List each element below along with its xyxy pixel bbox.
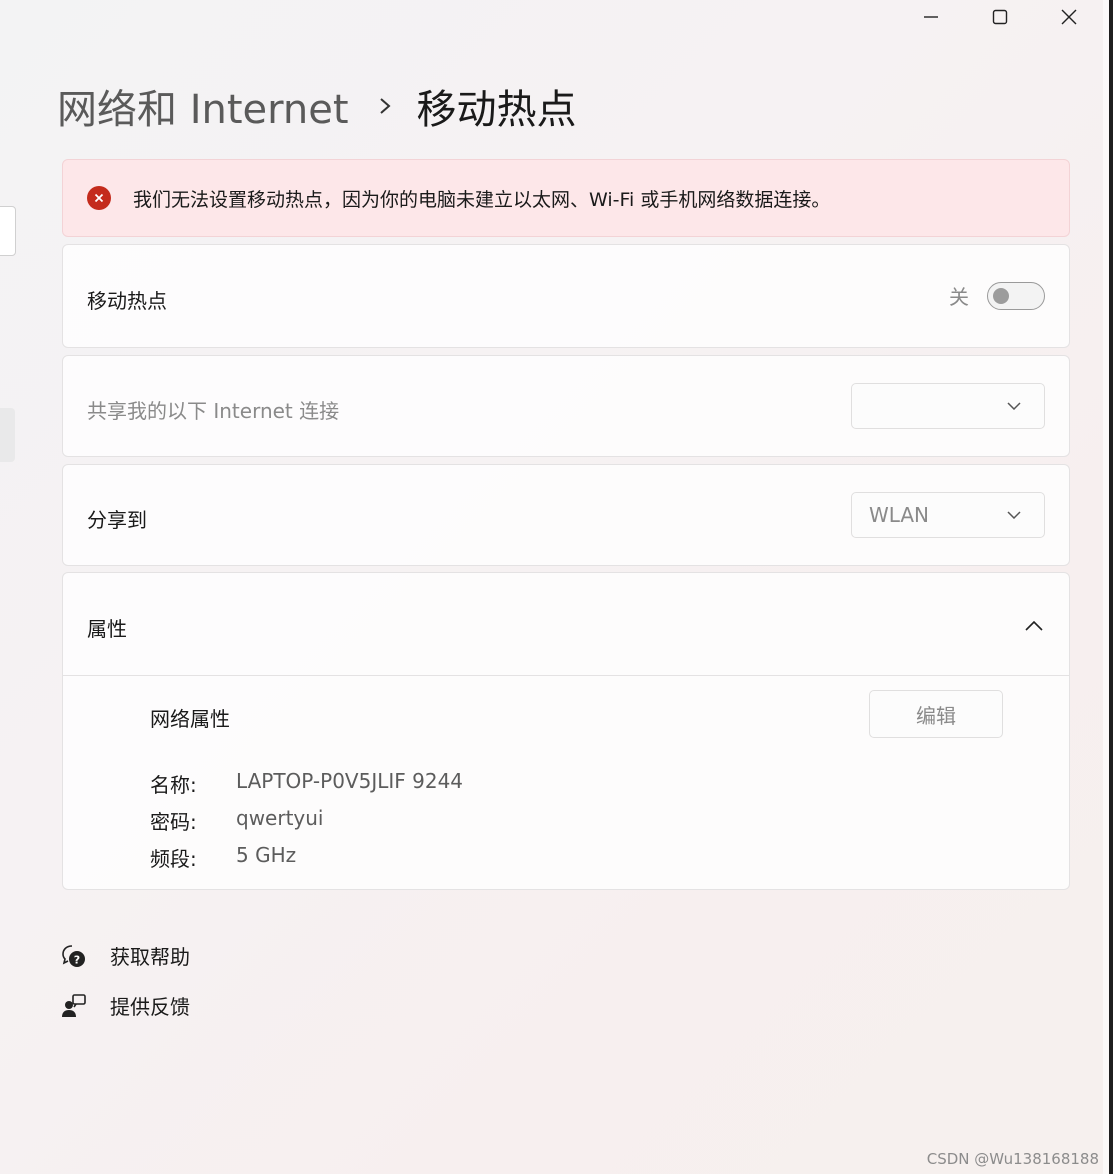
property-value: qwertyui (236, 806, 324, 830)
property-key: 密码: (150, 810, 197, 834)
edit-button[interactable]: 编辑 (869, 690, 1003, 738)
watermark: CSDN @Wu138168188 (926, 1150, 1099, 1168)
right-edge (1109, 0, 1113, 1174)
toggle-state-text: 关 (949, 285, 969, 309)
svg-text:?: ? (74, 953, 80, 966)
chevron-down-icon (1006, 402, 1022, 410)
chevron-up-icon[interactable] (1025, 616, 1043, 635)
chevron-down-icon (1006, 511, 1022, 519)
property-key: 名称: (150, 773, 197, 797)
give-feedback-link[interactable]: 提供反馈 (60, 991, 190, 1020)
share-from-label: 共享我的以下 Internet 连接 (87, 399, 340, 423)
property-key: 频段: (150, 847, 197, 871)
chevron-right-icon (379, 97, 391, 115)
property-row-password: 密码: qwertyui (150, 806, 324, 835)
maximize-button[interactable] (965, 0, 1034, 34)
properties-card: 属性 网络属性 编辑 名称: LAPTOP-P0V5JLIF 9244 密码: … (62, 572, 1070, 890)
property-row-name: 名称: LAPTOP-P0V5JLIF 9244 (150, 769, 463, 798)
share-from-card: 共享我的以下 Internet 连接 (62, 355, 1070, 457)
properties-label: 属性 (87, 617, 127, 641)
hotspot-label: 移动热点 (87, 289, 167, 313)
share-to-card: 分享到 WLAN (62, 464, 1070, 566)
close-button[interactable] (1034, 0, 1103, 34)
network-properties-label: 网络属性 (150, 707, 230, 731)
sidebar-search-edge[interactable] (0, 206, 16, 256)
minimize-icon (923, 9, 939, 25)
share-to-dropdown[interactable]: WLAN (851, 492, 1045, 538)
error-message: 我们无法设置移动热点，因为你的电脑未建立以太网、Wi-Fi 或手机网络数据连接。 (133, 188, 831, 211)
help-chat-icon: ? (60, 942, 88, 970)
minimize-button[interactable] (896, 0, 965, 34)
sidebar-selected-edge[interactable] (0, 408, 15, 462)
breadcrumb: 网络和 Internet 移动热点 (57, 78, 577, 134)
property-value: 5 GHz (236, 843, 297, 867)
hotspot-card: 移动热点 关 (62, 244, 1070, 348)
properties-header[interactable]: 属性 (63, 573, 1069, 676)
get-help-link[interactable]: ? 获取帮助 (60, 941, 190, 970)
toggle-knob (993, 287, 1009, 304)
get-help-label: 获取帮助 (110, 945, 190, 969)
close-icon (1061, 9, 1077, 25)
property-row-band: 频段: 5 GHz (150, 843, 296, 872)
share-to-label: 分享到 (87, 508, 147, 532)
share-to-value: WLAN (869, 503, 930, 527)
window-controls (896, 0, 1103, 34)
feedback-icon (60, 992, 88, 1020)
error-icon (87, 186, 111, 210)
give-feedback-label: 提供反馈 (110, 995, 190, 1019)
hotspot-toggle[interactable] (987, 281, 1045, 310)
share-from-dropdown[interactable] (851, 383, 1045, 429)
property-value: LAPTOP-P0V5JLIF 9244 (236, 769, 464, 793)
page-title: 移动热点 (416, 87, 577, 133)
maximize-icon (992, 9, 1008, 25)
breadcrumb-parent[interactable]: 网络和 Internet (57, 77, 349, 135)
error-banner: 我们无法设置移动热点，因为你的电脑未建立以太网、Wi-Fi 或手机网络数据连接。 (62, 159, 1070, 237)
hotspot-toggle-group: 关 (949, 281, 1045, 310)
